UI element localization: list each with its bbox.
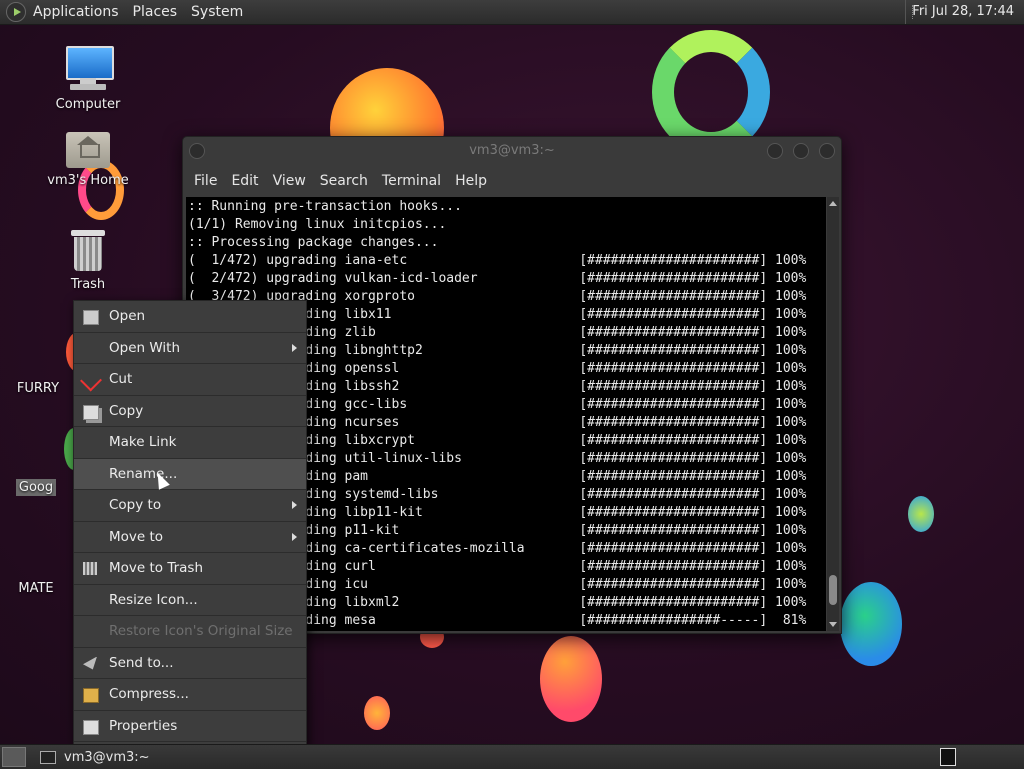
terminal-line: (1/1) Removing linux initcpios... [188, 217, 447, 232]
context-menu-item-open-with[interactable]: Open With [74, 333, 306, 364]
show-desktop-button[interactable] [2, 747, 26, 767]
wallpaper-blue-small [908, 496, 934, 532]
close-button[interactable] [819, 143, 835, 159]
places-menu[interactable]: Places [126, 0, 185, 24]
desktop-icon-label: vm3's Home [47, 173, 129, 188]
menu-edit[interactable]: Edit [224, 173, 265, 189]
home-folder-icon [66, 128, 110, 168]
wallpaper-pink-ellipse [540, 636, 602, 722]
desktop-icon-home[interactable]: vm3's Home [38, 128, 138, 189]
scissors-icon [80, 369, 102, 392]
desktop-icon-label: Trash [70, 277, 106, 292]
system-menu[interactable]: System [184, 0, 250, 24]
context-menu-item-compress[interactable]: Compress... [74, 679, 306, 711]
minimize-button[interactable] [767, 143, 783, 159]
desktop-icon-computer[interactable]: Computer [38, 46, 138, 113]
context-menu-label: Open With [109, 339, 181, 356]
send-icon [83, 656, 97, 670]
context-menu-label: Copy [109, 402, 144, 419]
context-menu-label: Compress... [109, 686, 189, 702]
context-menu-label: Make Link [109, 434, 177, 450]
menu-file[interactable]: File [187, 173, 224, 189]
desktop-icon-label: MATE [18, 581, 54, 596]
scroll-down-arrow-icon[interactable] [829, 622, 837, 627]
wallpaper-orange-small [364, 696, 390, 730]
desktop-icon-label: Goog [15, 479, 57, 496]
scroll-up-arrow-icon[interactable] [829, 201, 837, 206]
terminal-icon [40, 750, 56, 764]
context-menu-label: Properties [109, 717, 178, 734]
terminal-line: :: Processing package changes... [188, 235, 439, 250]
terminal-line: ( 2/472) upgrading vulkan-icd-loader [##… [188, 271, 807, 286]
context-menu-label: Copy to [109, 497, 162, 513]
terminal-line: ( 1/472) upgrading iana-etc [###########… [188, 253, 807, 268]
context-menu-label: Move to Trash [109, 560, 204, 576]
applications-menu[interactable]: Applications [26, 0, 126, 24]
context-menu-item-move-to[interactable]: Move to [74, 522, 306, 553]
wallpaper-blue-ellipse [840, 582, 902, 666]
submenu-arrow-icon [292, 532, 297, 541]
context-menu-label: Restore Icon's Original Size [109, 623, 293, 639]
copy-icon [83, 404, 99, 420]
terminal-scrollbar[interactable] [827, 197, 839, 631]
properties-icon [83, 719, 99, 735]
desktop-icon-label: FURRY [16, 381, 60, 396]
clock[interactable]: Fri Jul 28, 17:44 [905, 0, 1020, 24]
desktop-icon-label: Computer [55, 97, 121, 112]
context-menu-item-move-to-trash[interactable]: Move to Trash [74, 553, 306, 585]
context-menu-label: Send to... [109, 654, 174, 671]
open-icon [83, 310, 99, 325]
context-menu-item-copy-to[interactable]: Copy to [74, 490, 306, 522]
context-menu-label: Open [109, 308, 146, 324]
archive-icon [83, 688, 99, 703]
context-menu-item-properties[interactable]: Properties [74, 711, 306, 742]
context-menu-item-cut[interactable]: Cut [74, 364, 306, 396]
submenu-arrow-icon [292, 501, 297, 509]
context-menu-label: Resize Icon... [109, 591, 198, 608]
menu-help[interactable]: Help [448, 173, 494, 189]
context-menu-item-open[interactable]: Open [74, 301, 306, 333]
trash-icon [83, 562, 97, 575]
context-menu-item-rename[interactable]: Rename... [74, 458, 306, 490]
maximize-button[interactable] [793, 143, 809, 159]
desktop-context-menu: Open Open With Cut Copy Make Link Rename... Co… [73, 300, 307, 747]
context-menu-item-restore-icon-s-original-size: Restore Icon's Original Size [74, 616, 306, 648]
bottom-panel: vm3@vm3:~ [0, 744, 1024, 769]
taskbar-item-label: vm3@vm3:~ [64, 749, 150, 765]
context-menu-item-make-link[interactable]: Make Link [74, 427, 306, 459]
window-menu-button[interactable] [189, 143, 205, 159]
menu-search[interactable]: Search [313, 173, 375, 189]
desktop-icon-trash[interactable]: Trash [38, 230, 138, 293]
top-panel: Applications Places System Fri Jul 28, 1… [0, 0, 1024, 25]
context-menu-item-resize-icon[interactable]: Resize Icon... [74, 585, 306, 616]
scrollbar-thumb[interactable] [829, 575, 837, 605]
menu-view[interactable]: View [266, 173, 313, 189]
workspace-switcher[interactable] [940, 748, 956, 766]
computer-icon [64, 46, 114, 92]
terminal-line: :: Running pre-transaction hooks... [188, 199, 462, 214]
context-menu-item-send-to[interactable]: Send to... [74, 648, 306, 679]
mate-logo-icon[interactable] [6, 2, 26, 22]
terminal-titlebar[interactable]: vm3@vm3:~ [183, 137, 841, 165]
submenu-arrow-icon [292, 343, 297, 352]
menu-terminal[interactable]: Terminal [375, 173, 448, 189]
terminal-menubar: File Edit View Search Terminal Help [183, 165, 841, 197]
context-menu-label: Cut [109, 371, 133, 387]
terminal-title: vm3@vm3:~ [469, 143, 555, 158]
taskbar-item-terminal[interactable]: vm3@vm3:~ [40, 750, 150, 765]
context-menu-label: Move to [109, 528, 164, 545]
context-menu-item-copy[interactable]: Copy [74, 396, 306, 427]
trash-icon [71, 230, 105, 272]
